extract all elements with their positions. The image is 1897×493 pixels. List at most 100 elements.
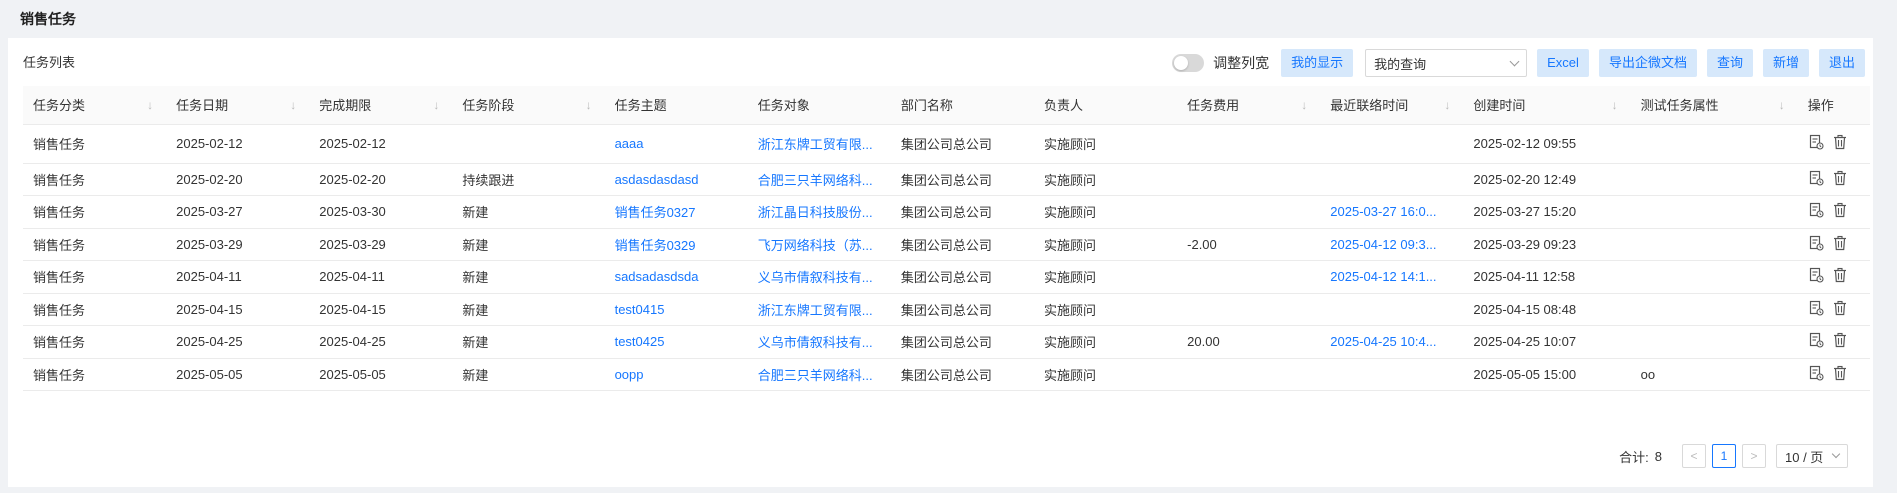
cell-created: 2025-04-11 12:58	[1463, 260, 1631, 294]
delete-icon[interactable]	[1832, 170, 1848, 189]
view-detail-icon[interactable]	[1808, 332, 1824, 351]
table-row[interactable]: 销售任务 2025-04-25 2025-04-25 新建 test0425 义乌市倩叙科…	[23, 325, 1870, 359]
delete-icon[interactable]	[1832, 134, 1848, 153]
sort-arrow-icon[interactable]: ↓	[1609, 98, 1621, 112]
column-header-stage[interactable]: 任务阶段 ↓	[452, 86, 605, 125]
cell-target-link[interactable]: 飞万网络科技（苏...	[747, 228, 891, 261]
cell-created: 2025-04-15 08:48	[1463, 293, 1631, 326]
cell-stage: 新建	[452, 325, 605, 359]
cell-test-attr	[1630, 325, 1798, 359]
cell-subject-link[interactable]: 销售任务0327	[604, 195, 748, 229]
column-header-created[interactable]: 创建时间 ↓	[1463, 86, 1631, 125]
export-wecom-doc-button[interactable]: 导出企微文档	[1598, 49, 1697, 77]
delete-icon[interactable]	[1832, 365, 1848, 384]
cell-actions	[1797, 163, 1870, 196]
cell-last-contact-link[interactable]: 2025-03-27 16:0...	[1320, 195, 1464, 229]
sort-arrow-icon[interactable]: ↓	[430, 98, 442, 112]
view-detail-icon[interactable]	[1808, 235, 1824, 254]
view-detail-icon[interactable]	[1808, 170, 1824, 189]
table-row[interactable]: 销售任务 2025-02-12 2025-02-12 aaaa 浙江东牌工贸有限... 集…	[23, 124, 1870, 164]
chevron-down-icon	[1831, 449, 1841, 459]
cell-date: 2025-04-11	[166, 260, 310, 294]
my-display-button[interactable]: 我的显示	[1281, 49, 1354, 77]
cell-stage: 新建	[452, 228, 605, 261]
column-header-test-attr[interactable]: 测试任务属性 ↓	[1630, 86, 1798, 125]
row-actions	[1808, 235, 1860, 254]
cell-target-link[interactable]: 浙江东牌工贸有限...	[747, 293, 891, 326]
sort-arrow-icon[interactable]: ↓	[287, 98, 299, 112]
query-button[interactable]: 查询	[1706, 49, 1753, 77]
cell-subject-link[interactable]: test0425	[604, 325, 748, 359]
view-detail-icon[interactable]	[1808, 267, 1824, 286]
cell-target-link[interactable]: 合肥三只羊网络科...	[747, 163, 891, 196]
table-row[interactable]: 销售任务 2025-04-15 2025-04-15 新建 test0415 浙江东牌工贸…	[23, 293, 1870, 326]
cell-subject-link[interactable]: aaaa	[604, 124, 748, 164]
cell-target-link[interactable]: 浙江东牌工贸有限...	[747, 124, 891, 164]
delete-icon[interactable]	[1832, 202, 1848, 221]
cell-last-contact-link[interactable]	[1320, 124, 1464, 164]
adjust-column-width-label: 调整列宽	[1213, 55, 1270, 71]
table-row[interactable]: 销售任务 2025-04-11 2025-04-11 新建 sadsadasdsda 义乌…	[23, 260, 1870, 294]
cell-dept: 集团公司总公司	[890, 260, 1034, 294]
delete-icon[interactable]	[1832, 300, 1848, 319]
adjust-column-width-toggle[interactable]	[1172, 54, 1205, 72]
excel-button[interactable]: Excel	[1537, 49, 1589, 77]
cell-category: 销售任务	[23, 293, 167, 326]
cell-deadline: 2025-05-05	[309, 358, 453, 391]
exit-button[interactable]: 退出	[1818, 49, 1865, 77]
cell-actions	[1797, 358, 1870, 391]
cell-subject-link[interactable]: asdasdasdasd	[604, 163, 748, 196]
cell-target-link[interactable]: 义乌市倩叙科技有...	[747, 325, 891, 359]
cell-cost	[1177, 124, 1321, 164]
page-1-button[interactable]: 1	[1712, 444, 1736, 468]
cell-last-contact-link[interactable]	[1320, 163, 1464, 196]
cell-subject-link[interactable]: oopp	[604, 358, 748, 391]
cell-subject-link[interactable]: sadsadasdsda	[604, 260, 748, 294]
sort-arrow-icon[interactable]: ↓	[583, 98, 595, 112]
cell-target-link[interactable]: 浙江晶日科技股份...	[747, 195, 891, 229]
cell-owner: 实施顾问	[1034, 163, 1178, 196]
sort-arrow-icon[interactable]: ↓	[1776, 98, 1788, 112]
sort-arrow-icon[interactable]: ↓	[1298, 98, 1310, 112]
adjust-column-width-toggle-group[interactable]: 调整列宽	[1172, 53, 1269, 73]
cell-owner: 实施顾问	[1034, 228, 1178, 261]
sort-arrow-icon[interactable]: ↓	[144, 98, 156, 112]
cell-last-contact-link[interactable]	[1320, 358, 1464, 391]
column-header-cost[interactable]: 任务费用 ↓	[1177, 86, 1321, 125]
cell-category: 销售任务	[23, 124, 167, 164]
page-size-select[interactable]: 10 / 页	[1776, 444, 1848, 468]
cell-last-contact-link[interactable]: 2025-04-25 10:4...	[1320, 325, 1464, 359]
column-header-dept: 部门名称	[890, 86, 1034, 125]
cell-subject-link[interactable]: 销售任务0329	[604, 228, 748, 261]
cell-date: 2025-02-12	[166, 124, 310, 164]
column-header-category[interactable]: 任务分类 ↓	[23, 86, 167, 125]
delete-icon[interactable]	[1832, 235, 1848, 254]
delete-icon[interactable]	[1832, 332, 1848, 351]
my-query-select[interactable]: 我的查询	[1365, 49, 1528, 77]
view-detail-icon[interactable]	[1808, 365, 1824, 384]
view-detail-icon[interactable]	[1808, 202, 1824, 221]
next-page-button[interactable]: >	[1742, 444, 1766, 468]
cell-last-contact-link[interactable]: 2025-04-12 14:1...	[1320, 260, 1464, 294]
table-row[interactable]: 销售任务 2025-03-29 2025-03-29 新建 销售任务0329 飞万网络科技…	[23, 228, 1870, 261]
cell-owner: 实施顾问	[1034, 293, 1178, 326]
column-header-deadline[interactable]: 完成期限 ↓	[309, 86, 453, 125]
cell-subject-link[interactable]: test0415	[604, 293, 748, 326]
table-row[interactable]: 销售任务 2025-05-05 2025-05-05 新建 oopp 合肥三只羊网络科..…	[23, 358, 1870, 391]
view-detail-icon[interactable]	[1808, 300, 1824, 319]
prev-page-button[interactable]: <	[1682, 444, 1706, 468]
cell-dept: 集团公司总公司	[890, 163, 1034, 196]
cell-last-contact-link[interactable]: 2025-04-12 09:3...	[1320, 228, 1464, 261]
table-row[interactable]: 销售任务 2025-03-27 2025-03-30 新建 销售任务0327 浙江晶日科技…	[23, 195, 1870, 229]
cell-last-contact-link[interactable]	[1320, 293, 1464, 326]
delete-icon[interactable]	[1832, 267, 1848, 286]
view-detail-icon[interactable]	[1808, 134, 1824, 153]
cell-target-link[interactable]: 义乌市倩叙科技有...	[747, 260, 891, 294]
table-row[interactable]: 销售任务 2025-02-20 2025-02-20 持续跟进 asdasdasdasd…	[23, 163, 1870, 196]
cell-target-link[interactable]: 合肥三只羊网络科...	[747, 358, 891, 391]
column-header-date[interactable]: 任务日期 ↓	[166, 86, 310, 125]
add-button[interactable]: 新增	[1762, 49, 1809, 77]
sort-arrow-icon[interactable]: ↓	[1441, 98, 1453, 112]
cell-stage: 新建	[452, 195, 605, 229]
column-header-last-contact[interactable]: 最近联络时间 ↓	[1320, 86, 1464, 125]
